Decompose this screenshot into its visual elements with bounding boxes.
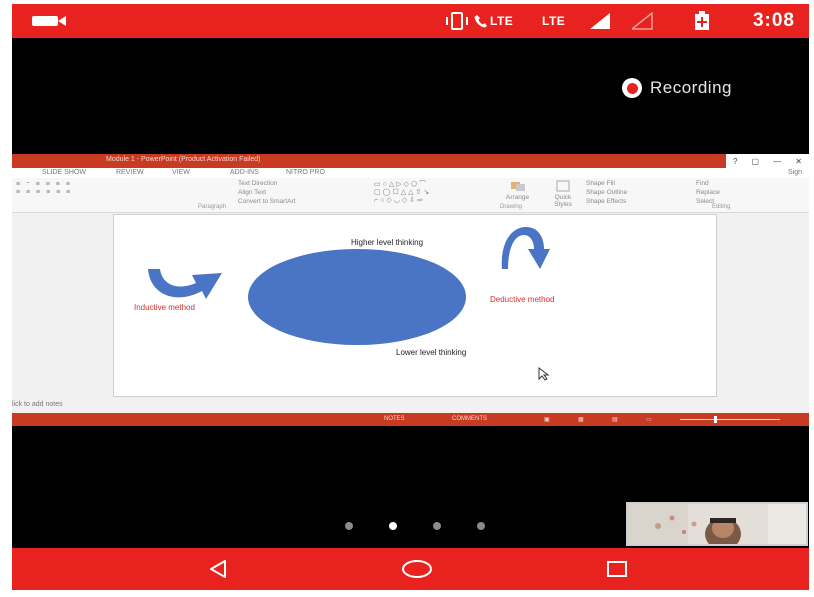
close-button[interactable]: ✕ [795, 157, 802, 166]
paragraph-group-label: Paragraph [198, 204, 227, 210]
zoom-slider-thumb[interactable] [714, 416, 717, 423]
slide-canvas[interactable]: Higher level thinking Lower level thinki… [113, 214, 717, 397]
presenter-video-thumbnail [628, 504, 806, 544]
zoom-slider[interactable] [680, 419, 780, 420]
vibrate-icon [444, 4, 470, 38]
recording-label: Recording [650, 78, 732, 97]
navigation-bar [12, 548, 809, 590]
battery-saver-icon [694, 4, 710, 38]
back-button[interactable] [193, 548, 243, 590]
shape-effects-button[interactable]: Shape Effects [586, 197, 627, 206]
tab-review[interactable]: REVIEW [116, 169, 144, 176]
record-icon [622, 78, 642, 98]
arrange-icon [510, 182, 525, 191]
drawing-group-label: Drawing [500, 204, 523, 210]
minimize-button[interactable]: — [773, 157, 781, 166]
ppt-ribbon-tabs: SLIDE SHOW REVIEW VIEW ADD-INS NITRO PRO… [12, 168, 809, 178]
recents-button[interactable] [592, 548, 642, 590]
page-dot[interactable] [345, 522, 353, 530]
replace-button[interactable]: Replace [696, 188, 720, 197]
comments-button[interactable]: COMMENTS [452, 416, 487, 422]
higher-level-text: Higher level thinking [351, 238, 424, 247]
video-camera-icon [32, 4, 68, 38]
page-dot[interactable] [477, 522, 485, 530]
ppt-title-bar: Module 1 - PowerPoint (Product Activatio… [12, 154, 809, 168]
paragraph-format-icons[interactable]: ≡ ⁼ ≡ ≡ ≡ ≡ ≡ ≡ ≡ ≡ ≡ ≡ [16, 181, 72, 197]
home-button[interactable] [392, 548, 442, 590]
arrange-button[interactable]: Arrange [506, 180, 529, 201]
normal-view-icon[interactable]: ▣ [544, 416, 550, 423]
page-dot-active[interactable] [389, 522, 397, 530]
convert-smartart-button[interactable]: Convert to SmartArt [238, 197, 295, 206]
recording-indicator[interactable]: Recording [622, 76, 732, 100]
find-button[interactable]: Find [696, 179, 720, 188]
back-triangle-icon [210, 560, 226, 578]
paragraph-commands: Text Direction Align Text Convert to Sma… [238, 179, 295, 206]
slideshow-icon[interactable]: ▭ [646, 416, 652, 423]
notes-button[interactable]: NOTES [384, 416, 405, 422]
upward-curved-arrow-icon[interactable] [144, 265, 228, 305]
ppt-window-controls: ? ▢ — ✕ [726, 154, 809, 168]
help-button[interactable]: ? [733, 157, 737, 166]
tab-view[interactable]: VIEW [172, 169, 190, 176]
arrange-label: Arrange [506, 194, 530, 201]
editing-commands: Find Replace Select [696, 179, 720, 206]
ppt-ribbon: ≡ ⁼ ≡ ≡ ≡ ≡ ≡ ≡ ≡ ≡ ≡ ≡ Text Direction Al… [12, 178, 809, 213]
sign-in-link[interactable]: Sign [788, 169, 802, 176]
notes-placeholder: lick to add notes [12, 401, 63, 408]
recents-square-icon [607, 561, 627, 577]
signal-icon [590, 4, 612, 38]
clock: 3:08 [752, 10, 795, 31]
align-text-button[interactable]: Align Text [238, 188, 295, 197]
editing-group-label: Editing [712, 204, 731, 210]
shared-screen: Module 1 - PowerPoint (Product Activatio… [12, 154, 809, 426]
signal-label-2: LTE [542, 4, 565, 38]
shapes-gallery[interactable]: ▭○△▷◇⬠⌒ ▢◯☐△△⇧↘ ⌐○◇◡◇⇩⇨ [374, 181, 431, 205]
ppt-status-bar: NOTES COMMENTS ▣ ▦ ▤ ▭ [12, 413, 809, 426]
page-dot[interactable] [433, 522, 441, 530]
status-bar: LTE LTE 3:08 [12, 4, 809, 38]
quick-styles-label: Quick Styles [554, 194, 572, 208]
tab-add-ins[interactable]: ADD-INS [230, 169, 259, 176]
quick-styles-icon [556, 180, 570, 192]
volte-call-icon: LTE [474, 4, 513, 38]
tab-nitro-pro[interactable]: NITRO PRO [286, 169, 325, 176]
shape-format-commands: Shape Fill Shape Outline Shape Effects [586, 179, 627, 206]
quick-styles-button[interactable]: Quick Styles [548, 180, 578, 208]
tab-slide-show[interactable]: SLIDE SHOW [42, 169, 86, 176]
signal-label-2-text: LTE [542, 14, 566, 28]
signal-label-1: LTE [490, 14, 514, 28]
webcam-preview[interactable] [626, 502, 808, 546]
page-indicator [345, 522, 485, 530]
slide-sorter-icon[interactable]: ▦ [578, 416, 584, 423]
ppt-window-title: Module 1 - PowerPoint (Product Activatio… [106, 156, 261, 163]
thinking-circle[interactable] [248, 249, 466, 345]
shape-fill-button[interactable]: Shape Fill [586, 179, 627, 188]
text-direction-button[interactable]: Text Direction [238, 179, 295, 188]
restore-button[interactable]: ▢ [752, 157, 760, 166]
no-signal-icon [632, 4, 654, 38]
phone-screen: LTE LTE 3:08 Recording Module 1 - PowerP… [12, 4, 809, 590]
mouse-cursor-icon [538, 367, 550, 381]
deductive-method-text: Deductive method [490, 295, 555, 304]
lower-level-text: Lower level thinking [396, 348, 467, 357]
home-circle-icon [402, 560, 432, 578]
downward-curved-arrow-icon[interactable] [500, 225, 552, 271]
reading-view-icon[interactable]: ▤ [612, 416, 618, 423]
notes-pane[interactable]: lick to add notes [12, 399, 809, 413]
shape-outline-button[interactable]: Shape Outline [586, 188, 627, 197]
